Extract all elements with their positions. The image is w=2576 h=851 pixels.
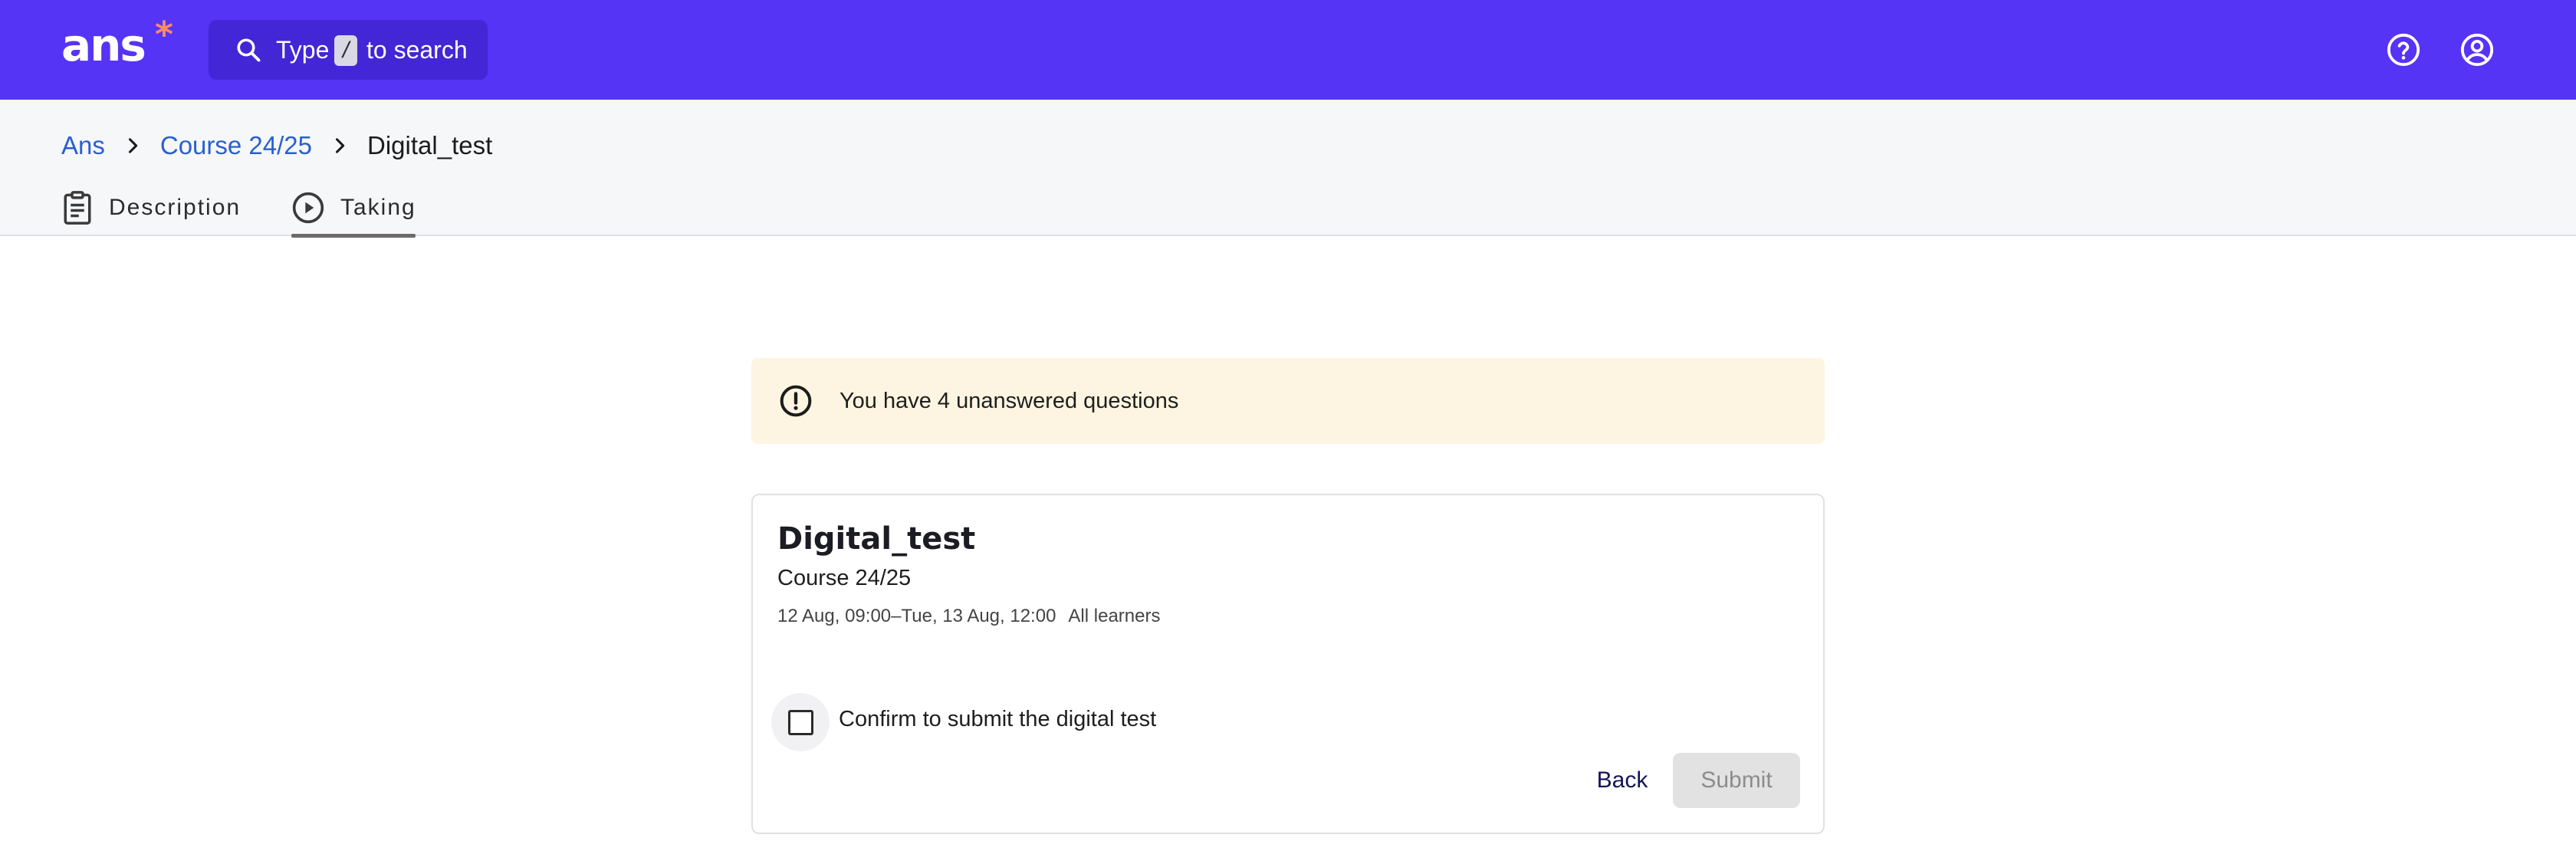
course-name: Course 24/25 [777, 566, 912, 590]
search-prefix-text: Type [276, 36, 330, 64]
confirm-checkbox-hover-area[interactable] [771, 693, 830, 751]
breadcrumb-ans-link[interactable]: Ans [61, 131, 105, 160]
submit-test-card: Digital_test Course 24/25 12 Aug, 09:00–… [751, 494, 1825, 834]
help-icon[interactable] [2386, 32, 2421, 67]
unanswered-questions-alert: You have 4 unanswered questions [751, 358, 1825, 444]
tab-taking[interactable]: Taking [291, 179, 416, 236]
confirm-submit-label[interactable]: Confirm to submit the digital test [839, 707, 1156, 732]
test-schedule: 12 Aug, 09:00–Tue, 13 Aug, 12:00 [777, 606, 1056, 626]
chevron-right-icon [128, 138, 138, 153]
search-shortcut-key: / [334, 35, 357, 66]
search-input[interactable]: Type / to search [209, 20, 488, 80]
logo-text: ans [61, 19, 146, 71]
logo-asterisk: * [155, 14, 173, 55]
active-tab-indicator [291, 234, 416, 238]
search-suffix-text: to search [366, 36, 468, 64]
confirm-submit-checkbox[interactable] [788, 710, 813, 735]
tab-description-label: Description [109, 195, 242, 220]
test-audience: All learners [1068, 606, 1161, 626]
alert-message: You have 4 unanswered questions [840, 389, 1179, 413]
clipboard-icon [64, 191, 91, 225]
test-meta: 12 Aug, 09:00–Tue, 13 Aug, 12:00 All lear… [777, 606, 1160, 627]
tab-taking-label: Taking [340, 195, 416, 220]
user-account-icon[interactable] [2459, 32, 2495, 67]
submit-button[interactable]: Submit [1673, 753, 1800, 808]
play-circle-icon [292, 192, 324, 224]
breadcrumb-course-link[interactable]: Course 24/25 [160, 131, 312, 160]
tab-description[interactable]: Description [61, 179, 241, 236]
chevron-right-icon [335, 138, 345, 153]
search-icon [237, 38, 261, 62]
exclamation-circle-icon [780, 385, 812, 417]
breadcrumb: Ans Course 24/25 Digital_test [61, 126, 492, 166]
ans-logo[interactable]: ans * [61, 14, 173, 72]
top-navigation-bar: ans * Type / to search [0, 0, 2576, 100]
back-button[interactable]: Back [1581, 753, 1664, 808]
test-title: Digital_test [777, 521, 976, 557]
page-subheader: Ans Course 24/25 Digital_test Descriptio… [0, 100, 2576, 238]
breadcrumb-current: Digital_test [367, 131, 493, 159]
